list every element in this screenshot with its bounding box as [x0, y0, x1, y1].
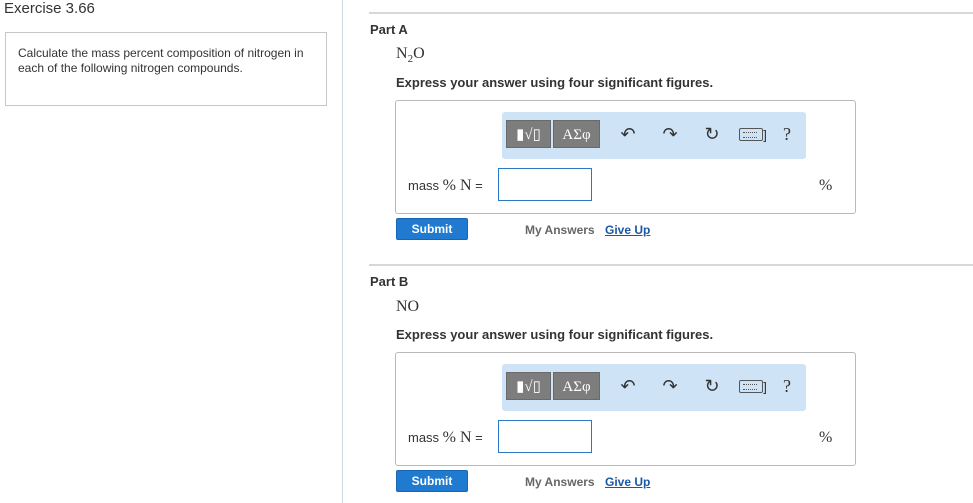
answer-label: mass % N = — [408, 177, 483, 195]
answer-label-symbol: % N — [442, 429, 472, 446]
math-toolbar: ▮√▯ ΑΣφ ↶ ↷ ↻ ] ? — [502, 364, 806, 411]
undo-icon[interactable]: ↶ — [617, 375, 639, 397]
part-a-my-answers-link[interactable]: My Answers — [525, 223, 595, 237]
part-b-label: Part B — [370, 274, 409, 289]
part-a-divider — [369, 12, 973, 14]
part-b-instruction: Express your answer using four significa… — [396, 327, 714, 342]
reset-icon[interactable]: ↻ — [701, 375, 723, 397]
keyboard-icon[interactable]: ] — [736, 375, 770, 397]
formula-tail: O — [413, 45, 425, 62]
exercise-title: Exercise 3.66 — [4, 0, 95, 17]
answer-label: mass % N = — [408, 429, 483, 447]
redo-icon[interactable]: ↷ — [659, 123, 681, 145]
answer-label-prefix: mass — [408, 430, 443, 445]
answer-label-suffix: = — [471, 430, 483, 445]
answer-label-symbol: % N — [442, 177, 472, 194]
part-a-answer-input[interactable] — [498, 168, 592, 201]
part-b-my-answers-link[interactable]: My Answers — [525, 475, 595, 489]
part-a-give-up-link[interactable]: Give Up — [605, 223, 650, 237]
answer-label-prefix: mass — [408, 178, 443, 193]
greek-symbols-button[interactable]: ΑΣφ — [553, 372, 600, 400]
part-b-give-up-link[interactable]: Give Up — [605, 475, 650, 489]
templates-button[interactable]: ▮√▯ — [506, 120, 551, 148]
reset-icon[interactable]: ↻ — [701, 123, 723, 145]
greek-symbols-button[interactable]: ΑΣφ — [553, 120, 600, 148]
part-b-answer-input[interactable] — [498, 420, 592, 453]
formula-text: NO — [396, 298, 420, 315]
problem-statement: Calculate the mass percent composition o… — [5, 32, 327, 106]
part-a-answer-box: ▮√▯ ΑΣφ ↶ ↷ ↻ ] ? mass % N = % — [395, 100, 856, 214]
help-button[interactable]: ? — [776, 123, 798, 145]
part-a-label: Part A — [370, 22, 408, 37]
part-a-formula: N2O — [396, 45, 425, 65]
templates-button[interactable]: ▮√▯ — [506, 372, 551, 400]
keyboard-icon[interactable]: ] — [736, 123, 770, 145]
math-toolbar: ▮√▯ ΑΣφ ↶ ↷ ↻ ] ? — [502, 112, 806, 159]
unit-label: % — [819, 177, 833, 194]
answer-label-suffix: = — [471, 178, 483, 193]
formula-text: N — [396, 45, 408, 62]
part-b-formula: NO — [396, 298, 419, 318]
help-button[interactable]: ? — [776, 375, 798, 397]
left-pane: Exercise 3.66 Calculate the mass percent… — [0, 0, 343, 503]
part-b-divider — [369, 264, 973, 266]
part-a-instruction: Express your answer using four significa… — [396, 75, 714, 90]
unit-label: % — [819, 429, 833, 446]
part-a-submit-button[interactable]: Submit — [396, 218, 468, 240]
undo-icon[interactable]: ↶ — [617, 123, 639, 145]
part-b-answer-box: ▮√▯ ΑΣφ ↶ ↷ ↻ ] ? mass % N = % — [395, 352, 856, 466]
part-b-submit-button[interactable]: Submit — [396, 470, 468, 492]
redo-icon[interactable]: ↷ — [659, 375, 681, 397]
